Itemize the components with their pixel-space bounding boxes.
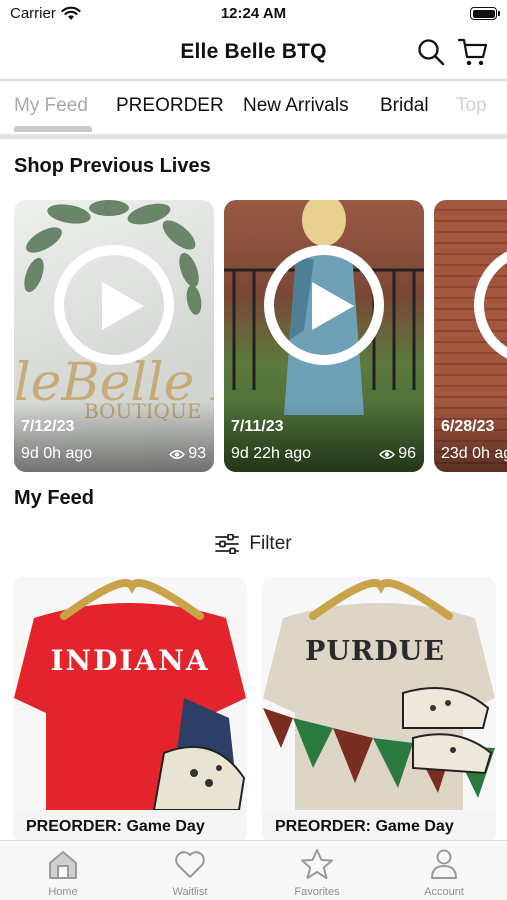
category-tabs: My Feed PREORDER New Arrivals Bridal Top bbox=[0, 82, 507, 132]
cart-icon bbox=[458, 38, 488, 66]
live-time-ago: 23d 0h ago bbox=[441, 445, 507, 462]
product-card[interactable]: INDIANA PREORDER: Game Day bbox=[14, 578, 246, 843]
cart-button[interactable] bbox=[457, 36, 489, 68]
live-video-card[interactable]: leBelle BOUTIQUE BOUTIQUE 7/12/23 9d 0h … bbox=[14, 200, 214, 472]
live-date: 7/12/23 bbox=[21, 418, 75, 435]
play-icon[interactable] bbox=[54, 245, 174, 365]
tab-my-feed[interactable]: My Feed bbox=[14, 95, 88, 117]
tab-preorder[interactable]: PREORDER bbox=[116, 95, 224, 117]
product-title: PREORDER: Game Day bbox=[275, 818, 454, 835]
nav-waitlist[interactable]: Waitlist bbox=[140, 847, 240, 898]
my-feed-title: My Feed bbox=[14, 487, 95, 509]
previous-lives-carousel[interactable]: leBelle BOUTIQUE BOUTIQUE 7/12/23 9d 0h … bbox=[14, 200, 507, 472]
tab-bridal[interactable]: Bridal bbox=[380, 95, 429, 117]
nav-account[interactable]: Account bbox=[394, 847, 494, 898]
view-count: 93 bbox=[188, 445, 206, 462]
bottom-tab-bar: Home Waitlist Favorites Account bbox=[0, 840, 507, 900]
active-tab-indicator bbox=[14, 126, 92, 132]
filter-button[interactable]: Filter bbox=[0, 533, 507, 555]
eye-icon bbox=[379, 449, 396, 459]
status-bar: Carrier 12:24 AM bbox=[0, 0, 507, 28]
live-date: 6/28/23 bbox=[441, 418, 495, 435]
view-count: 96 bbox=[398, 445, 416, 462]
eye-icon bbox=[169, 449, 186, 459]
shirt-lettering: INDIANA bbox=[50, 644, 209, 677]
nav-label: Favorites bbox=[294, 886, 340, 898]
search-button[interactable] bbox=[415, 36, 447, 68]
header-divider bbox=[0, 79, 507, 81]
product-image: PURDUE bbox=[263, 578, 495, 810]
nav-home[interactable]: Home bbox=[13, 847, 113, 898]
tabs-divider bbox=[0, 134, 507, 139]
live-date: 7/11/23 bbox=[231, 418, 284, 435]
battery-icon bbox=[470, 7, 500, 20]
live-video-card[interactable]: 7/11/23 9d 22h ago 96 bbox=[224, 200, 424, 472]
heart-icon bbox=[175, 851, 205, 878]
status-time: 12:24 AM bbox=[220, 5, 287, 22]
product-card[interactable]: PURDUE PREORDER: Game Day bbox=[263, 578, 495, 843]
app-header: Elle Belle BTQ bbox=[0, 30, 507, 78]
star-icon bbox=[301, 849, 333, 879]
previous-lives-title: Shop Previous Lives bbox=[14, 155, 211, 177]
tab-top[interactable]: Top bbox=[456, 95, 487, 117]
shirt-lettering: PURDUE bbox=[305, 636, 445, 667]
tab-new-arrivals[interactable]: New Arrivals bbox=[243, 95, 349, 117]
nav-label: Home bbox=[48, 886, 78, 898]
live-time-ago: 9d 0h ago bbox=[21, 445, 93, 462]
play-icon[interactable] bbox=[264, 245, 384, 365]
nav-label: Account bbox=[424, 886, 464, 898]
live-time-ago: 9d 22h ago bbox=[231, 445, 312, 462]
filter-label: Filter bbox=[249, 533, 292, 554]
product-image: INDIANA bbox=[14, 578, 246, 810]
live-video-card[interactable]: 6/28/23 23d 0h ago bbox=[434, 200, 507, 472]
sliders-icon bbox=[215, 534, 240, 554]
search-icon bbox=[418, 39, 445, 66]
nav-label: Waitlist bbox=[172, 886, 208, 898]
home-icon bbox=[49, 851, 77, 879]
person-icon bbox=[431, 849, 457, 879]
product-title: PREORDER: Game Day bbox=[26, 818, 205, 835]
nav-favorites[interactable]: Favorites bbox=[267, 847, 367, 898]
